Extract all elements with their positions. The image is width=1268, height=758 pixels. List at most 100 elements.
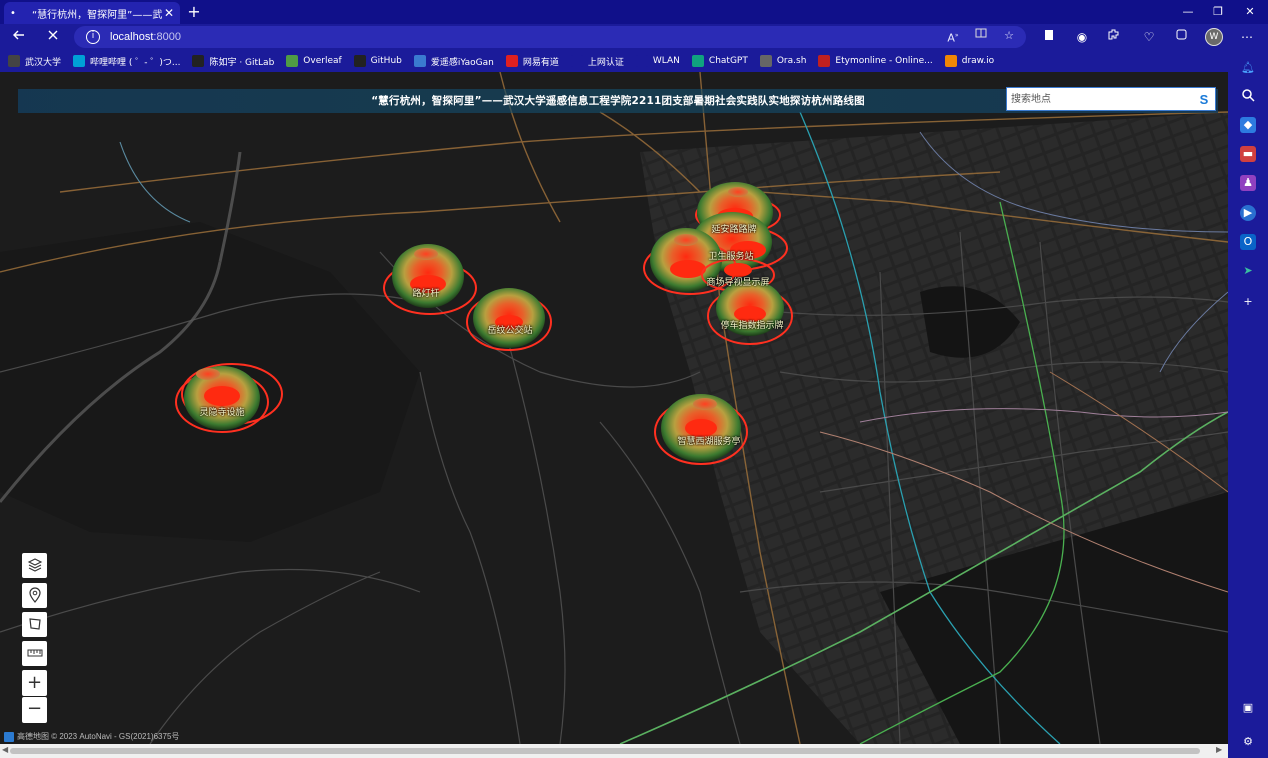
bookmark-item[interactable]: GitHub <box>353 55 402 67</box>
more-options-icon[interactable]: ⋯ <box>1238 28 1256 46</box>
copilot-icon[interactable]: ▶ <box>1240 205 1256 221</box>
send-icon[interactable]: ➤ <box>1240 263 1256 279</box>
bookmark-item[interactable]: 网易有道 <box>505 55 559 68</box>
draw-polygon-icon[interactable] <box>22 612 47 637</box>
scroll-right-icon[interactable]: ▶ <box>1216 745 1222 754</box>
university-icon <box>8 55 20 67</box>
horizontal-scrollbar[interactable]: ◀ ▶ <box>0 744 1228 758</box>
browser-essentials-icon[interactable] <box>1172 28 1190 46</box>
document-icon <box>570 55 583 67</box>
stop-loading-icon[interactable] <box>42 27 64 49</box>
bookmark-label: Overleaf <box>303 56 342 66</box>
search-icon[interactable] <box>1240 88 1256 104</box>
bookmark-item[interactable]: Ora.sh <box>759 55 807 67</box>
amap-logo-icon <box>4 731 14 742</box>
bookmark-label: Etymonline - Online... <box>835 56 933 66</box>
bookmark-item[interactable]: ChatGPT <box>691 55 748 67</box>
bookmark-label: ChatGPT <box>708 56 748 66</box>
read-aloud-icon[interactable]: A» <box>944 27 962 45</box>
sidebar-settings-icon[interactable]: ▣ <box>1240 700 1256 716</box>
bookmark-item[interactable]: 哔哩哔哩 ( ゜- ゜)つ... <box>73 55 180 68</box>
search-input[interactable] <box>1007 89 1193 109</box>
chatgpt-icon <box>691 55 704 67</box>
bookmark-item[interactable]: 陈如宇 · GitLab <box>192 55 274 68</box>
games-icon[interactable]: ♟ <box>1240 175 1256 191</box>
bookmark-label: 陈如宇 · GitLab <box>209 57 275 68</box>
location-pin-icon[interactable] <box>22 583 47 608</box>
new-tab-button[interactable]: + <box>184 2 204 22</box>
favorites-heart-icon[interactable]: ♡ <box>1140 28 1158 46</box>
address-bar[interactable]: i localhost:8000 <box>74 26 1026 48</box>
map-viewport[interactable]: 延安路路牌 卫生服务站 商场导视显示屏 停车指数指示牌 路灯杆 岳纹公交站 灵隐… <box>0 72 1228 744</box>
tab-strip: • “慧行杭州，智探阿里”——武汉大 ✕ + — ❐ ✕ <box>0 0 1268 24</box>
profile-avatar[interactable]: W <box>1205 28 1223 46</box>
extension-icon[interactable]: ◉ <box>1073 28 1091 46</box>
bookmark-item[interactable]: draw.io <box>944 55 995 67</box>
bell-icon[interactable]: 🔔︎ <box>1240 60 1256 76</box>
poi-label[interactable]: 路灯杆 <box>412 286 439 299</box>
minimize-button[interactable]: — <box>1172 0 1204 24</box>
bookmark-label: Ora.sh <box>776 56 807 66</box>
tab-close-icon[interactable]: ✕ <box>162 6 176 20</box>
layers-icon[interactable] <box>22 553 47 578</box>
tab-favicon-icon: • <box>10 7 16 19</box>
site-info-icon[interactable]: i <box>86 30 100 44</box>
bookmark-label: 爱遥感iYaoGan <box>430 57 494 68</box>
gear-icon[interactable]: ⚙ <box>1240 734 1256 750</box>
bookmark-item[interactable]: WLAN <box>635 55 680 67</box>
url-text: localhost:8000 <box>110 31 181 43</box>
tab-title: “慧行杭州，智探阿里”——武汉大 <box>32 9 162 21</box>
ruler-icon[interactable] <box>22 641 47 666</box>
bookmarks-bar: 武汉大学 哔哩哔哩 ( ゜- ゜)つ... 陈如宇 · GitLab Overleaf… <box>0 50 1228 72</box>
split-screen-icon[interactable] <box>972 27 990 45</box>
scroll-left-icon[interactable]: ◀ <box>2 745 8 754</box>
add-icon[interactable]: + <box>1240 294 1256 310</box>
poi-label[interactable]: 卫生服务站 <box>708 249 753 262</box>
bookmark-label: 武汉大学 <box>25 57 62 68</box>
poi-label[interactable]: 灵隐寺设施 <box>199 405 244 418</box>
search-icon[interactable]: S <box>1193 92 1215 107</box>
gitlab-icon <box>192 55 205 67</box>
browser-window: • “慧行杭州，智探阿里”——武汉大 ✕ + — ❐ ✕ i localhost… <box>0 0 1268 758</box>
document-icon <box>635 55 648 67</box>
close-window-button[interactable]: ✕ <box>1234 0 1266 24</box>
bookmark-item[interactable]: Overleaf <box>286 55 342 67</box>
map-attribution: 高德地图 © 2023 AutoNavi - GS(2021)6375号 <box>4 731 179 742</box>
bilibili-icon <box>73 55 86 67</box>
bookmark-item[interactable]: 上网认证 <box>570 55 624 68</box>
bookmark-item[interactable]: 武汉大学 <box>8 55 61 68</box>
iyaogan-icon <box>413 55 426 67</box>
github-icon <box>353 55 366 67</box>
browser-tab[interactable]: • “慧行杭州，智探阿里”——武汉大 ✕ <box>4 2 180 24</box>
bookmark-label: 网易有道 <box>522 57 559 68</box>
zoom-in-button[interactable]: + <box>22 670 47 696</box>
map-canvas[interactable] <box>0 72 1228 744</box>
bookmark-label: GitHub <box>370 56 402 66</box>
scrollbar-thumb[interactable] <box>10 748 1200 754</box>
bookmark-item[interactable]: 爱遥感iYaoGan <box>413 55 494 68</box>
youdao-icon <box>505 55 518 67</box>
etymonline-icon <box>818 55 831 67</box>
bookmark-item[interactable]: Etymonline - Online... <box>818 55 933 67</box>
outlook-icon[interactable]: O <box>1240 234 1256 250</box>
collections-icon[interactable] <box>1040 28 1058 46</box>
poi-label[interactable]: 商场导视显示屏 <box>706 275 769 288</box>
bookmark-label: WLAN <box>652 56 680 66</box>
bookmark-label: 哔哩哔哩 ( ゜- ゜)つ... <box>90 57 181 68</box>
extensions-puzzle-icon[interactable] <box>1104 28 1122 46</box>
drawio-icon <box>944 55 957 67</box>
poi-label[interactable]: 延安路路牌 <box>711 222 756 235</box>
bookmark-label: draw.io <box>961 56 995 66</box>
poi-label[interactable]: 智慧西湖服务亭 <box>677 434 740 447</box>
maximize-button[interactable]: ❐ <box>1202 0 1234 24</box>
favorite-star-icon[interactable]: ☆ <box>1000 27 1018 45</box>
shopping-tag-icon[interactable]: ◆ <box>1240 117 1256 133</box>
back-arrow-icon[interactable] <box>8 27 30 49</box>
ora-icon <box>759 55 772 67</box>
poi-label[interactable]: 停车指数指示牌 <box>720 318 783 331</box>
tools-icon[interactable]: ▬ <box>1240 146 1256 162</box>
location-search: S <box>1006 87 1216 111</box>
edge-sidebar: 🔔︎ ◆ ▬ ♟ ▶ O ➤ + ▣ ⚙ <box>1228 50 1268 758</box>
poi-label[interactable]: 岳纹公交站 <box>487 323 532 336</box>
zoom-out-button[interactable]: − <box>22 697 47 723</box>
